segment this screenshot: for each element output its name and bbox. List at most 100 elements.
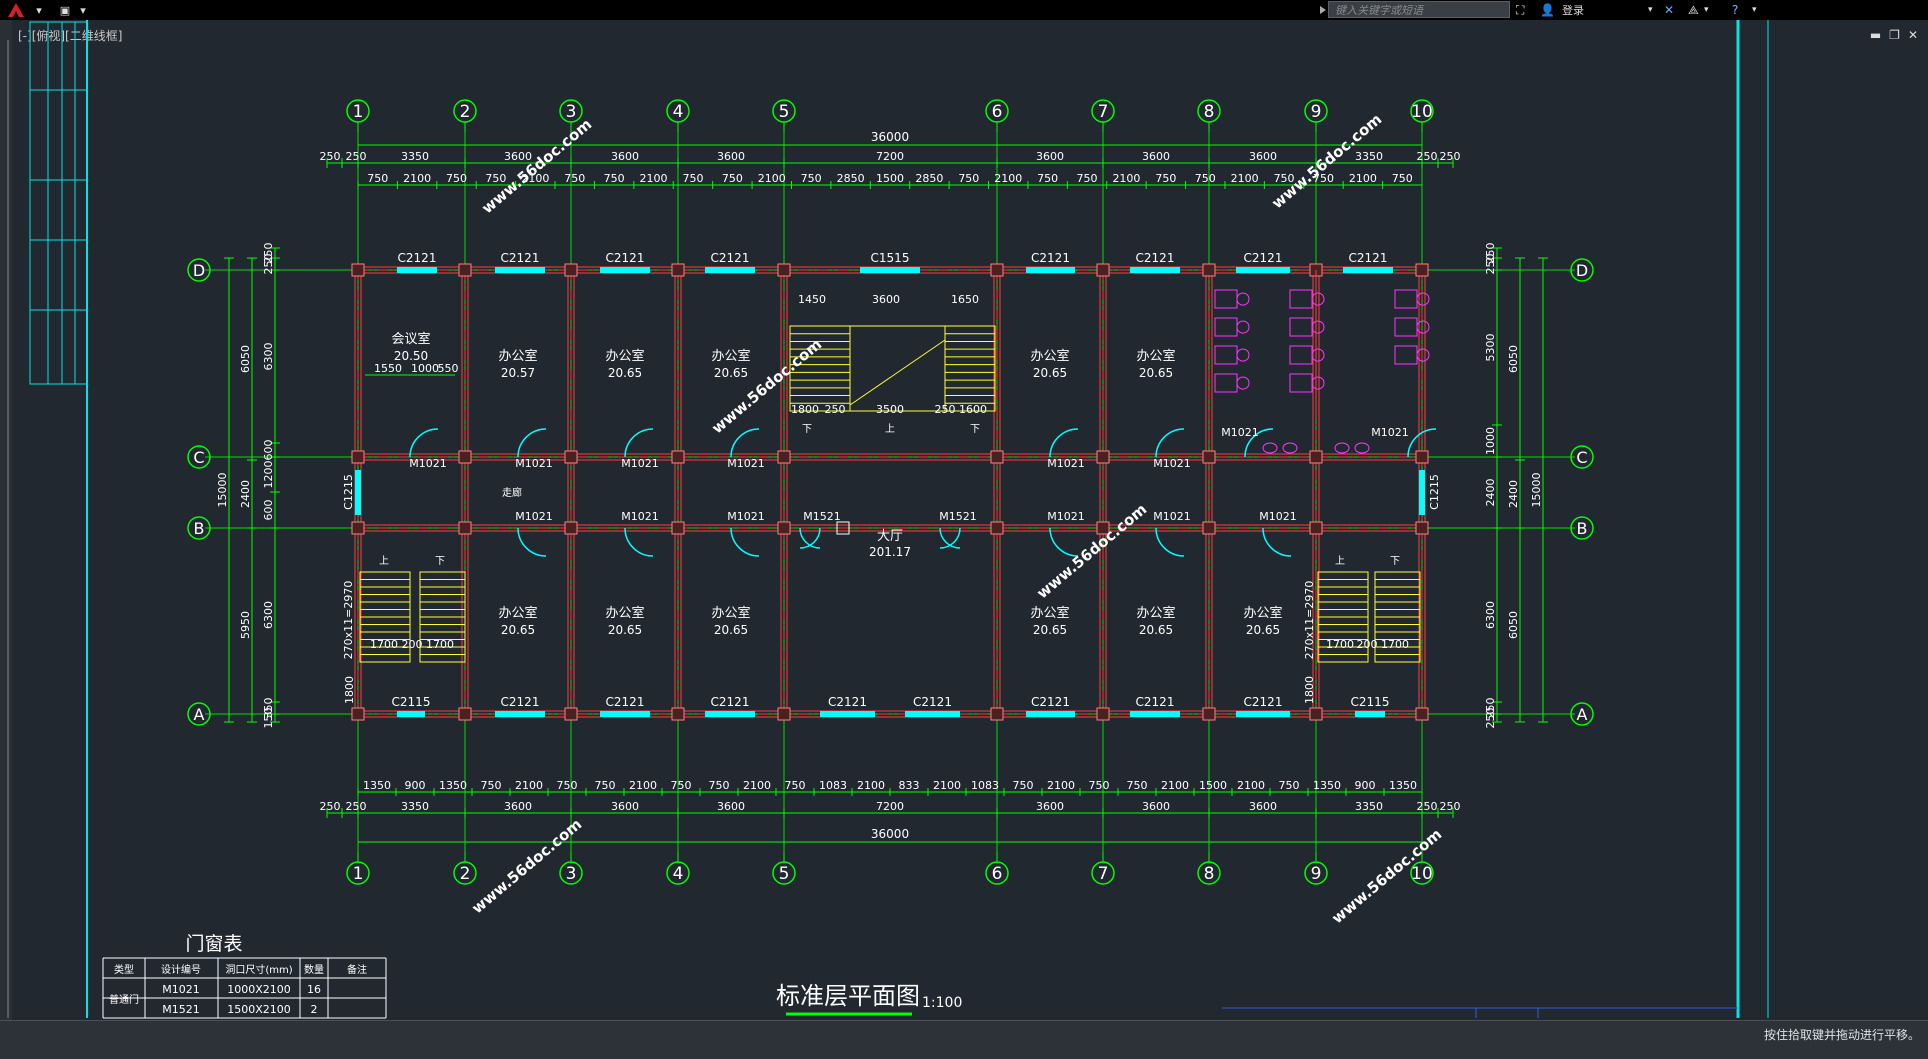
dim-vertical-value: 2400 [239, 480, 252, 508]
dim-bay-value: 250 [320, 150, 341, 163]
window-side [1419, 470, 1425, 515]
dim-window-value: 750 [1013, 779, 1034, 792]
dim-window-value: 750 [1392, 172, 1413, 185]
room-area: 20.65 [608, 366, 642, 380]
dim-vertical-value: 6300 [262, 343, 275, 371]
grid-lines [205, 125, 1575, 860]
dim-window-value: 2100 [1349, 172, 1377, 185]
dim-window-value: 750 [595, 779, 616, 792]
axis-label-3: 3 [566, 864, 577, 884]
table-size: 1000X2100 [227, 983, 291, 996]
dim-window-value: 2850 [915, 172, 943, 185]
room-name: 办公室 [1136, 348, 1175, 364]
hall-name: 大厅 [877, 529, 903, 544]
dim-window-value: 2100 [994, 172, 1022, 185]
room-area: 20.65 [714, 366, 748, 380]
dim-window-value: 750 [709, 779, 730, 792]
column [564, 450, 578, 464]
axis-bubbles: 1 1 2 2 3 3 4 4 5 5 6 6 7 7 8 8 9 9 10 10 D D C C B B A A [187, 99, 1594, 885]
stair-side-bottom: 1800 [1303, 676, 1316, 704]
door-label: M1021 [1371, 426, 1409, 439]
dim-window-value: 1083 [971, 779, 999, 792]
window-bottom [1026, 711, 1075, 717]
window-label: C2121 [1244, 251, 1283, 265]
door-swing [517, 428, 547, 458]
sink [1334, 442, 1350, 454]
column [671, 263, 685, 277]
axis-label-4: 4 [673, 102, 684, 122]
column [1415, 521, 1429, 535]
axis-label-5: 5 [779, 102, 790, 122]
dim-window-value: 2100 [758, 172, 786, 185]
meeting-dim: 1550 [374, 362, 402, 375]
column [1096, 450, 1110, 464]
axis-label-1: 1 [353, 102, 364, 122]
window-top [1026, 267, 1075, 273]
door-swing [1155, 527, 1185, 557]
door-label: M1021 [1047, 457, 1085, 470]
dim-window-value: 2100 [1047, 779, 1075, 792]
door-label: M1021 [621, 457, 659, 470]
stair-outline [944, 325, 996, 412]
title-block-edge [1222, 1007, 1738, 1018]
table-size: 1500X2100 [227, 1003, 291, 1016]
window-label: C1215 [342, 474, 355, 510]
column [1309, 707, 1323, 721]
dim-window-value: 750 [564, 172, 585, 185]
dim-bay-value: 3600 [1249, 150, 1277, 163]
window-label: C2121 [1244, 695, 1283, 709]
door-label: M1021 [621, 510, 659, 523]
dim-bay-value: 3600 [717, 800, 745, 813]
column [351, 521, 365, 535]
dim-window-value: 900 [1355, 779, 1376, 792]
axis-label-2: 2 [460, 102, 471, 122]
window-label: C2121 [398, 251, 437, 265]
toilet-stall [1394, 345, 1430, 365]
drawing-scale: 1:100 [922, 995, 962, 1011]
column [1096, 263, 1110, 277]
room-name: 办公室 [1030, 605, 1069, 621]
dim-bay-value: 3600 [611, 800, 639, 813]
dim-window-value: 750 [604, 172, 625, 185]
status-bar [0, 1020, 1928, 1059]
room-name: 办公室 [1136, 605, 1175, 621]
dim-bay-value: 3600 [504, 800, 532, 813]
stair-side-dim: 1700 [370, 638, 398, 651]
room-area: 20.65 [1033, 366, 1067, 380]
column [671, 707, 685, 721]
dim-vertical-value: 15000 [216, 473, 229, 508]
dim-window-value: 750 [1089, 779, 1110, 792]
drawing-title: 标准层平面图 [776, 982, 920, 1010]
column [564, 521, 578, 535]
axis-label-6: 6 [992, 864, 1003, 884]
table-header: 类型 [114, 963, 134, 976]
stair-down: 下 [970, 424, 980, 435]
dim-window-value: 2100 [640, 172, 668, 185]
dim-window-value: 750 [557, 779, 578, 792]
axis-label-4: 4 [673, 864, 684, 884]
column [990, 707, 1004, 721]
column [1202, 707, 1216, 721]
stair-dim: 3500 [876, 403, 904, 416]
window-bottom [820, 711, 875, 717]
door-swing [1262, 527, 1292, 557]
meeting-dim: 550 [438, 362, 459, 375]
dim-vertical-value: 6300 [1484, 601, 1497, 629]
dim-window-value: 750 [722, 172, 743, 185]
stair-side-label: 270x11=2970 [1303, 581, 1316, 660]
dim-window-value: 2100 [743, 779, 771, 792]
window-bottom [705, 711, 755, 717]
stair-up: 上 [885, 423, 895, 435]
hall-area: 201.17 [869, 545, 911, 559]
title-strip [29, 21, 88, 385]
stair-down: 下 [1390, 556, 1400, 567]
door-label: M1021 [727, 457, 765, 470]
door-label: M1021 [409, 457, 447, 470]
stair-side-dim: 1700 [1381, 638, 1409, 651]
axis-label-A: A [1577, 705, 1588, 724]
dim-window-value: 2100 [1112, 172, 1140, 185]
axis-label-3: 3 [566, 102, 577, 122]
door-swing [730, 428, 760, 458]
room-area: 20.65 [1246, 623, 1280, 637]
axis-label-2: 2 [460, 864, 471, 884]
